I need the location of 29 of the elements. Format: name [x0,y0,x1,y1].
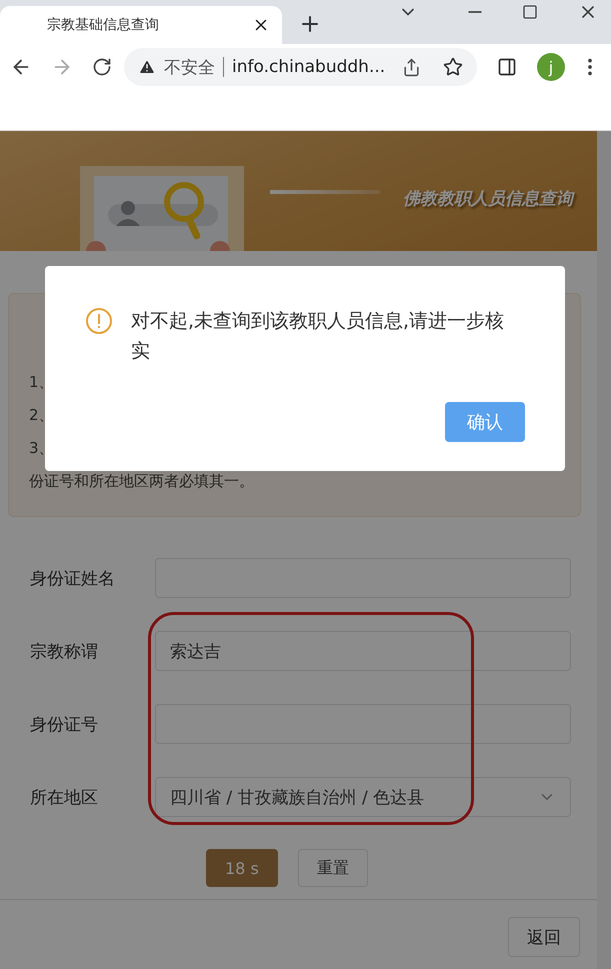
address-bar[interactable]: 不安全 info.chinabuddh... [124,48,477,86]
field-label: 所在地区 [30,786,99,808]
reload-icon[interactable] [92,57,112,77]
side-panel-icon[interactable] [497,57,517,77]
star-icon[interactable] [443,57,463,77]
note-line: 份证号和所在地区两者必填其一。 [29,471,254,492]
input-field[interactable] [155,704,571,744]
browser-tab[interactable]: 宗教基础信息查询 [0,6,282,44]
share-icon[interactable] [402,58,421,76]
dialog-message: 对不起,未查询到该教职人员信息,请进一步核实 [131,309,506,364]
maximize-icon[interactable] [522,4,538,20]
warning-icon [85,307,113,335]
input-field[interactable]: 索达吉 [155,631,571,671]
security-label: 不安全 [164,56,215,78]
confirm-button[interactable]: 确认 [445,402,525,442]
profile-avatar[interactable]: j [537,53,565,81]
field-label: 身份证姓名 [30,568,116,590]
note-line: 2、 [29,405,54,426]
reset-button[interactable]: 重置 [298,849,368,887]
url-text: info.chinabuddh... [232,57,386,77]
back-button[interactable]: 返回 [508,917,580,957]
note-line: 3、 [29,438,54,459]
field-label: 宗教称谓 [30,640,99,662]
field-label: 身份证号 [30,714,99,736]
note-line: 1、 [29,372,54,393]
banner-title: 佛教教职人员信息查询 [403,188,573,210]
select-field[interactable]: 四川省 / 甘孜藏族自治州 / 色达县 [155,777,571,817]
warning-icon [138,58,156,76]
field-value: 索达吉 [170,640,221,662]
